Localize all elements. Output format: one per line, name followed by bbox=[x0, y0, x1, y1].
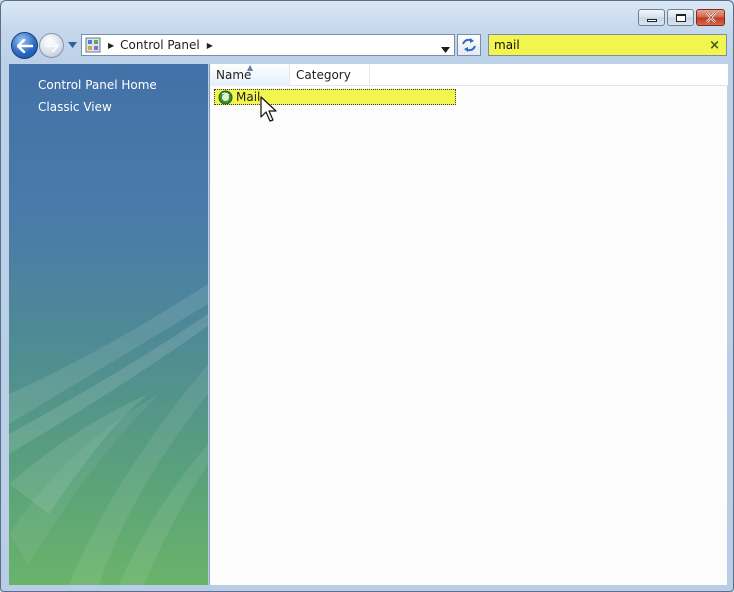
recent-pages-button[interactable] bbox=[67, 40, 77, 50]
mouse-cursor-icon bbox=[260, 96, 277, 122]
classic-view-link[interactable]: Classic View bbox=[38, 100, 112, 114]
minimize-button[interactable] bbox=[638, 9, 665, 26]
search-input[interactable] bbox=[494, 38, 694, 52]
background-swoosh bbox=[9, 284, 208, 585]
breadcrumb-separator[interactable]: ▶ bbox=[207, 41, 213, 50]
chevron-down-icon bbox=[441, 47, 450, 53]
control-panel-icon bbox=[85, 37, 101, 53]
close-icon bbox=[705, 12, 716, 23]
column-header-bar: Name ▲ Category bbox=[210, 63, 728, 86]
back-button[interactable] bbox=[11, 32, 38, 59]
refresh-button[interactable] bbox=[457, 34, 481, 56]
caption-buttons bbox=[638, 9, 725, 26]
explorer-window: ▶ Control Panel ▶ × bbox=[0, 0, 734, 592]
navigation-bar: ▶ Control Panel ▶ × bbox=[9, 31, 727, 59]
mail-icon bbox=[218, 90, 233, 104]
close-button[interactable] bbox=[696, 9, 725, 26]
chevron-down-icon bbox=[67, 42, 77, 48]
forward-arrow-icon bbox=[44, 39, 59, 52]
clear-search-icon[interactable]: × bbox=[709, 38, 720, 53]
control-panel-home-link[interactable]: Control Panel Home bbox=[38, 78, 157, 92]
search-box[interactable]: × bbox=[488, 34, 727, 56]
maximize-button[interactable] bbox=[667, 9, 694, 26]
back-arrow-icon bbox=[16, 38, 33, 53]
file-list-pane[interactable]: Name ▲ Category Mail bbox=[209, 63, 728, 585]
column-header-category-label: Category bbox=[296, 68, 351, 82]
sort-ascending-icon: ▲ bbox=[247, 63, 254, 72]
breadcrumb-control-panel[interactable]: Control Panel bbox=[120, 38, 200, 52]
column-header-category[interactable]: Category bbox=[290, 64, 370, 86]
list-item-label: Mail bbox=[236, 90, 261, 104]
address-dropdown-button[interactable] bbox=[441, 42, 450, 56]
refresh-icon bbox=[462, 38, 476, 52]
column-header-name[interactable]: Name ▲ bbox=[210, 63, 290, 86]
minimize-icon bbox=[646, 18, 657, 22]
breadcrumb-separator[interactable]: ▶ bbox=[108, 41, 114, 50]
maximize-icon bbox=[675, 13, 686, 22]
task-pane: Control Panel Home Classic View bbox=[9, 64, 208, 585]
list-item[interactable]: Mail bbox=[214, 89, 456, 105]
forward-button[interactable] bbox=[39, 33, 64, 58]
address-bar[interactable]: ▶ Control Panel ▶ bbox=[81, 34, 455, 56]
